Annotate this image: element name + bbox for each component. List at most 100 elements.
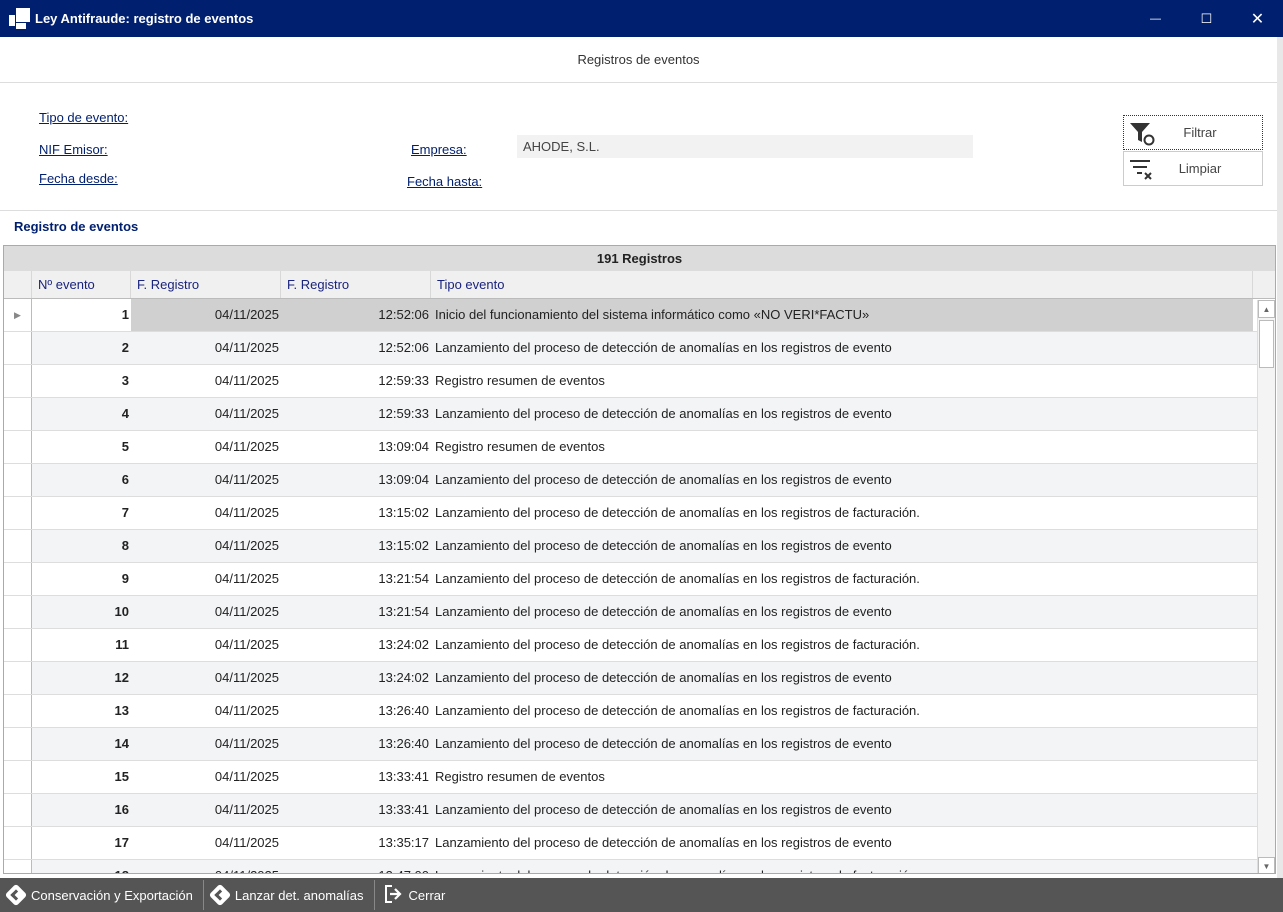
grid-cell[interactable]: Lanzamiento del proceso de detección de … — [431, 860, 1253, 873]
scroll-down-icon[interactable]: ▼ — [1258, 857, 1275, 873]
table-row[interactable]: 8 04/11/2025 13:15:02 Lanzamiento del proce… — [4, 530, 1275, 563]
grid-cell[interactable]: 04/11/2025 — [131, 629, 281, 661]
row-indicator[interactable] — [4, 464, 32, 496]
table-row[interactable]: 16 04/11/2025 13:33:41 Lanzamiento del proc… — [4, 794, 1275, 827]
empresa-link[interactable]: Empresa: — [411, 142, 467, 157]
grid-cell[interactable]: 16 — [32, 794, 131, 826]
filtrar-button[interactable]: Filtrar — [1123, 115, 1263, 150]
grid-cell[interactable]: 13:15:02 — [281, 497, 431, 529]
grid-cell[interactable]: Lanzamiento del proceso de detección de … — [431, 530, 1253, 562]
row-indicator[interactable] — [4, 563, 32, 595]
grid-cell[interactable]: Lanzamiento del proceso de detección de … — [431, 497, 1253, 529]
grid-cell[interactable]: 12:59:33 — [281, 398, 431, 430]
grid-cell[interactable]: Lanzamiento del proceso de detección de … — [431, 629, 1253, 661]
table-row[interactable]: 12 04/11/2025 13:24:02 Lanzamiento del proc… — [4, 662, 1275, 695]
grid-cell[interactable]: 04/11/2025 — [131, 563, 281, 595]
grid-cell[interactable]: Lanzamiento del proceso de detección de … — [431, 728, 1253, 760]
grid-cell[interactable]: 13:24:02 — [281, 629, 431, 661]
grid-cell[interactable]: 04/11/2025 — [131, 662, 281, 694]
grid-cell[interactable]: 13:21:54 — [281, 563, 431, 595]
grid-cell[interactable]: 6 — [32, 464, 131, 496]
table-row[interactable]: 17 04/11/2025 13:35:17 Lanzamiento del proc… — [4, 827, 1275, 860]
column-header[interactable]: F. Registro — [131, 271, 281, 298]
grid-cell[interactable]: 13:33:41 — [281, 794, 431, 826]
grid-cell[interactable]: 17 — [32, 827, 131, 859]
grid-cell[interactable]: Lanzamiento del proceso de detección de … — [431, 398, 1253, 430]
grid-cell[interactable]: 04/11/2025 — [131, 695, 281, 727]
column-header[interactable]: Tipo evento — [431, 271, 1253, 298]
table-row[interactable]: 7 04/11/2025 13:15:02 Lanzamiento del proce… — [4, 497, 1275, 530]
grid-cell[interactable]: 12:59:33 — [281, 365, 431, 397]
grid-cell[interactable]: 2 — [32, 332, 131, 364]
table-row[interactable]: 9 04/11/2025 13:21:54 Lanzamiento del proce… — [4, 563, 1275, 596]
grid-cell[interactable]: 12:52:06 — [281, 299, 431, 331]
empresa-field[interactable]: AHODE, S.L. — [517, 135, 973, 158]
grid-cell[interactable]: 13:26:40 — [281, 695, 431, 727]
column-header[interactable]: F. Registro — [281, 271, 431, 298]
column-header[interactable]: Nº evento — [32, 271, 131, 298]
close-button[interactable]: ✕ — [1232, 0, 1283, 37]
row-indicator[interactable] — [4, 530, 32, 562]
grid-cell[interactable]: 12 — [32, 662, 131, 694]
grid-cell[interactable]: 13:47:00 — [281, 860, 431, 873]
table-row[interactable]: ▶ 1 04/11/2025 12:52:06 Inicio del funcionam… — [4, 299, 1275, 332]
table-row[interactable]: 15 04/11/2025 13:33:41 Registro resumen de … — [4, 761, 1275, 794]
grid-cell[interactable]: 04/11/2025 — [131, 464, 281, 496]
grid-cell[interactable]: 5 — [32, 431, 131, 463]
maximize-button[interactable]: ☐ — [1181, 0, 1232, 37]
cerrar-button[interactable]: Cerrar — [375, 880, 456, 910]
grid-cell[interactable]: Lanzamiento del proceso de detección de … — [431, 596, 1253, 628]
row-indicator[interactable] — [4, 728, 32, 760]
grid-cell[interactable]: Lanzamiento del proceso de detección de … — [431, 464, 1253, 496]
grid-cell[interactable]: 13:33:41 — [281, 761, 431, 793]
grid-cell[interactable]: 04/11/2025 — [131, 761, 281, 793]
limpiar-button[interactable]: Limpiar — [1123, 151, 1263, 186]
scroll-thumb[interactable] — [1259, 320, 1274, 368]
lanzar-anomalias-button[interactable]: Lanzar det. anomalías — [204, 880, 375, 910]
row-indicator[interactable] — [4, 761, 32, 793]
table-row[interactable]: 10 04/11/2025 13:21:54 Lanzamiento del proc… — [4, 596, 1275, 629]
grid-cell[interactable]: 13:09:04 — [281, 464, 431, 496]
row-indicator[interactable] — [4, 332, 32, 364]
grid-cell[interactable]: Registro resumen de eventos — [431, 761, 1253, 793]
grid-cell[interactable]: 04/11/2025 — [131, 299, 281, 331]
fecha-hasta-link[interactable]: Fecha hasta: — [407, 174, 482, 189]
table-row[interactable]: 11 04/11/2025 13:24:02 Lanzamiento del proc… — [4, 629, 1275, 662]
table-row[interactable]: 13 04/11/2025 13:26:40 Lanzamiento del proc… — [4, 695, 1275, 728]
table-row[interactable]: 2 04/11/2025 12:52:06 Lanzamiento del proce… — [4, 332, 1275, 365]
row-indicator[interactable] — [4, 827, 32, 859]
nif-emisor-link[interactable]: NIF Emisor: — [39, 142, 108, 157]
table-row[interactable]: 1804/11/202513:47:00Lanzamiento del proc… — [4, 860, 1275, 873]
scroll-up-icon[interactable]: ▲ — [1258, 300, 1275, 318]
row-indicator[interactable] — [4, 695, 32, 727]
grid-cell[interactable]: 04/11/2025 — [131, 596, 281, 628]
row-indicator[interactable] — [4, 662, 32, 694]
grid-cell[interactable]: 10 — [32, 596, 131, 628]
grid-cell[interactable]: 04/11/2025 — [131, 827, 281, 859]
grid-cell[interactable]: 12:52:06 — [281, 332, 431, 364]
grid-cell[interactable]: 14 — [32, 728, 131, 760]
grid-cell[interactable]: Registro resumen de eventos — [431, 365, 1253, 397]
grid-cell[interactable]: 15 — [32, 761, 131, 793]
grid-cell[interactable]: 8 — [32, 530, 131, 562]
table-row[interactable]: 5 04/11/2025 13:09:04 Registro resumen de e… — [4, 431, 1275, 464]
table-row[interactable]: 14 04/11/2025 13:26:40 Lanzamiento del proc… — [4, 728, 1275, 761]
grid-cell[interactable]: Lanzamiento del proceso de detección de … — [431, 332, 1253, 364]
grid-cell[interactable]: 04/11/2025 — [131, 365, 281, 397]
grid-cell[interactable]: Inicio del funcionamiento del sistema in… — [431, 299, 1253, 331]
table-row[interactable]: 6 04/11/2025 13:09:04 Lanzamiento del proce… — [4, 464, 1275, 497]
row-indicator[interactable] — [4, 365, 32, 397]
row-indicator[interactable] — [4, 629, 32, 661]
grid-cell[interactable]: 13:24:02 — [281, 662, 431, 694]
row-indicator[interactable] — [4, 497, 32, 529]
row-indicator[interactable] — [4, 431, 32, 463]
grid-cell[interactable]: 04/11/2025 — [131, 332, 281, 364]
conservacion-button[interactable]: Conservación y Exportación — [0, 880, 204, 910]
minimize-button[interactable]: — — [1130, 0, 1181, 37]
grid-cell[interactable]: 13:15:02 — [281, 530, 431, 562]
grid-cell[interactable]: Lanzamiento del proceso de detección de … — [431, 662, 1253, 694]
grid-cell[interactable]: Lanzamiento del proceso de detección de … — [431, 563, 1253, 595]
grid-cell[interactable]: 11 — [32, 629, 131, 661]
grid-cell[interactable]: 04/11/2025 — [131, 398, 281, 430]
grid-cell[interactable]: 1 — [32, 299, 131, 331]
